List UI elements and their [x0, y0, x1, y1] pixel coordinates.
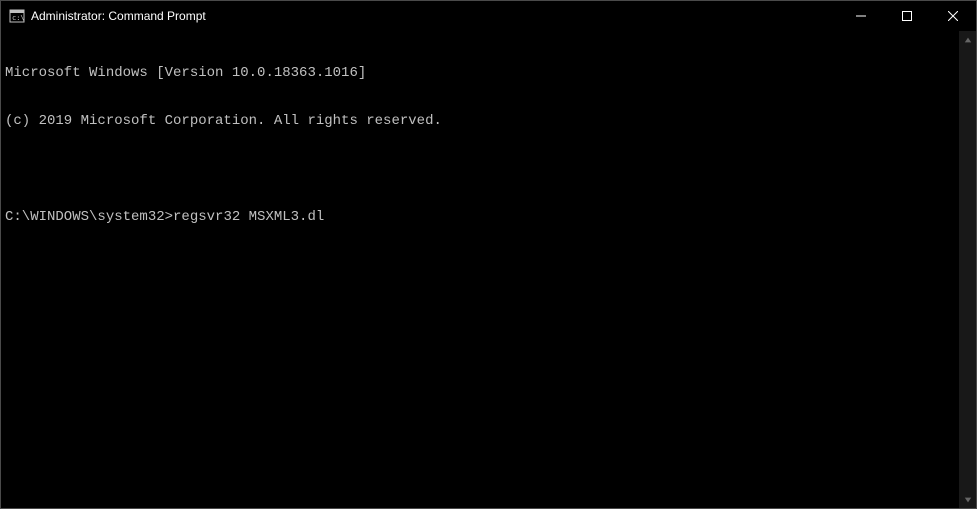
text-cursor	[324, 209, 332, 224]
terminal-output[interactable]: Microsoft Windows [Version 10.0.18363.10…	[1, 31, 959, 508]
content-area: Microsoft Windows [Version 10.0.18363.10…	[1, 31, 976, 508]
prompt-line: C:\WINDOWS\system32>regsvr32 MSXML3.dl	[5, 209, 955, 225]
command-input[interactable]: regsvr32 MSXML3.dl	[173, 209, 324, 225]
titlebar[interactable]: c:\ Administrator: Command Prompt	[1, 1, 976, 31]
scroll-up-button[interactable]	[959, 31, 976, 48]
window-title: Administrator: Command Prompt	[31, 9, 206, 23]
scroll-track[interactable]	[959, 48, 976, 491]
scroll-down-button[interactable]	[959, 491, 976, 508]
app-icon: c:\	[9, 8, 25, 24]
window-controls	[838, 1, 976, 31]
close-button[interactable]	[930, 1, 976, 31]
svg-text:c:\: c:\	[12, 14, 25, 22]
maximize-button[interactable]	[884, 1, 930, 31]
output-line: Microsoft Windows [Version 10.0.18363.10…	[5, 65, 955, 81]
output-line: (c) 2019 Microsoft Corporation. All righ…	[5, 113, 955, 129]
output-blank	[5, 161, 955, 177]
prompt-text: C:\WINDOWS\system32>	[5, 209, 173, 225]
minimize-button[interactable]	[838, 1, 884, 31]
command-prompt-window: c:\ Administrator: Command Prompt Micros…	[0, 0, 977, 509]
vertical-scrollbar[interactable]	[959, 31, 976, 508]
